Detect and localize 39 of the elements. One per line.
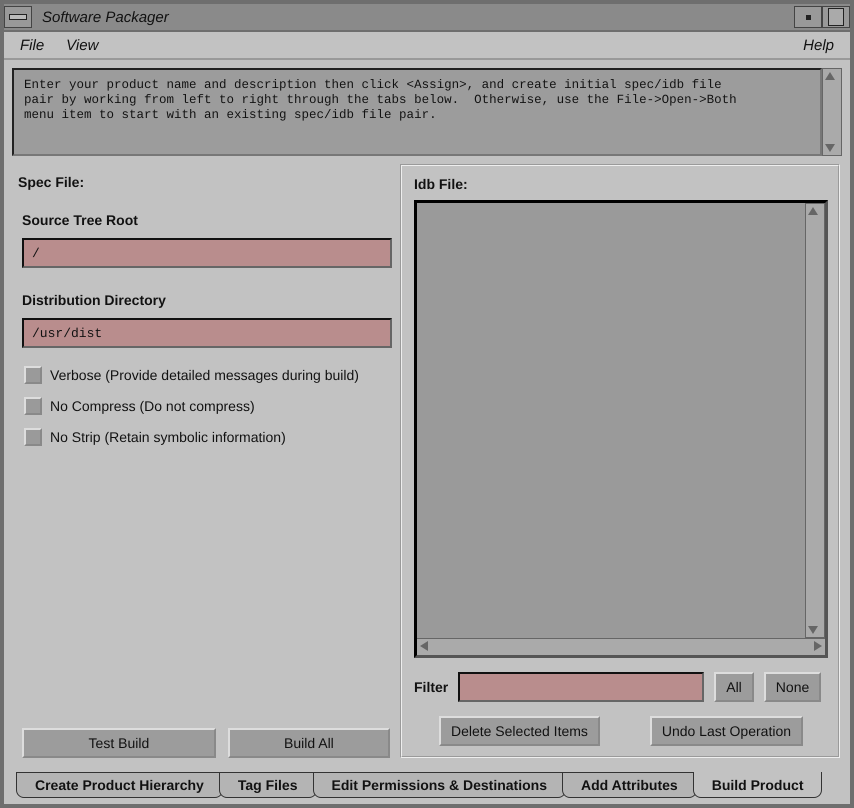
- checkbox[interactable]: [24, 397, 42, 415]
- action-button[interactable]: Test Build: [22, 728, 216, 758]
- section-title: Idb File:: [414, 176, 469, 192]
- input-field[interactable]: /: [22, 238, 392, 268]
- filter-field[interactable]: [458, 672, 704, 702]
- filter-button[interactable]: All: [714, 672, 754, 702]
- checkbox-label: No Strip (Retain symbolic information): [50, 429, 286, 445]
- minimize-button[interactable]: [794, 6, 822, 28]
- action-button[interactable]: Delete Selected Items: [438, 716, 600, 746]
- instructions-text: Enter your product name and description then click <Assign>, and create initial spec/idb file pair by working from left to right through the tabs below. Otherwise, use the File->Open->Both menu item to start with an existing spec/idb file pair.: [12, 68, 822, 156]
- tab[interactable]: Create Product Hierarchy: [16, 772, 223, 798]
- input-field[interactable]: /usr/dist: [22, 318, 392, 348]
- minimize-icon: [806, 14, 810, 20]
- filter-label: Filter: [414, 679, 448, 695]
- action-button[interactable]: Undo Last Operation: [650, 716, 804, 746]
- checkbox-label: Verbose (Provide detailed messages during build): [50, 367, 359, 383]
- menu-item[interactable]: File: [20, 36, 44, 54]
- scrollbar[interactable]: [822, 68, 842, 156]
- window-title: Software Packager: [41, 8, 170, 26]
- tab[interactable]: Tag Files: [218, 772, 316, 798]
- action-button[interactable]: Build All: [228, 728, 390, 758]
- field-label: Distribution Directory: [22, 292, 167, 308]
- maximize-icon: [828, 8, 844, 26]
- section-title: Spec File:: [18, 174, 86, 190]
- tab[interactable]: Add Attributes: [562, 772, 697, 798]
- window-menu-button[interactable]: [4, 6, 32, 28]
- checkbox[interactable]: [24, 428, 42, 446]
- maximize-button[interactable]: [822, 6, 850, 28]
- tab[interactable]: Build Product: [692, 772, 822, 798]
- scrollbar[interactable]: [417, 638, 825, 655]
- menu-item[interactable]: View: [66, 36, 98, 54]
- filter-button[interactable]: None: [764, 672, 822, 702]
- scrollbar[interactable]: [805, 203, 825, 638]
- tab[interactable]: Edit Permissions & Destinations: [312, 772, 566, 798]
- menu-bar-icon: [9, 14, 27, 20]
- field-label: Source Tree Root: [22, 212, 139, 228]
- menu-item[interactable]: Help: [803, 36, 834, 54]
- checkbox-label: No Compress (Do not compress): [50, 398, 255, 414]
- checkbox[interactable]: [24, 366, 42, 384]
